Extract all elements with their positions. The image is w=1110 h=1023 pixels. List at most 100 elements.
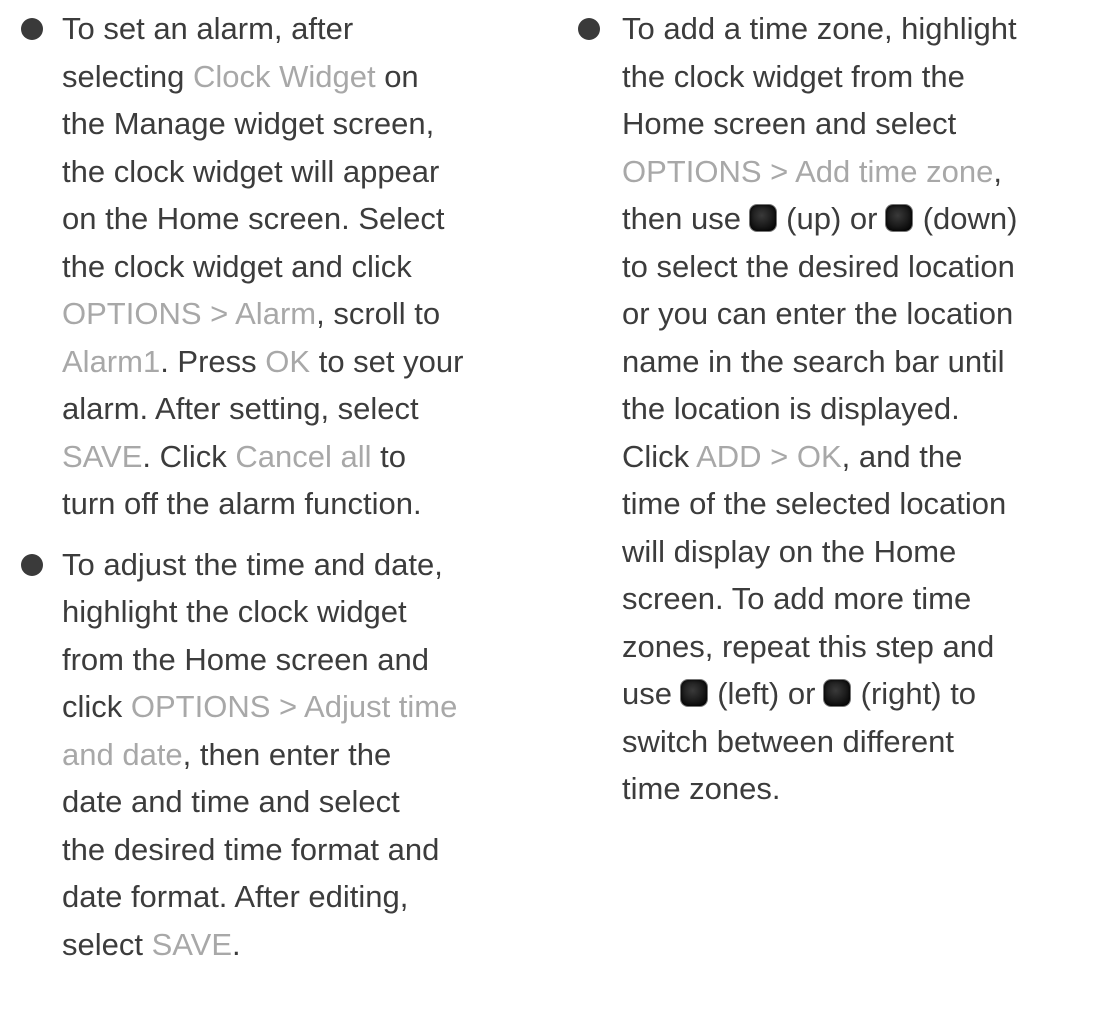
text-line: time zones. [622, 765, 1110, 813]
text-line: date format. After editing, [62, 873, 560, 921]
text-line: click OPTIONS > Adjust time [62, 683, 560, 731]
text-segment: alarm. After setting, select [62, 391, 419, 426]
text-line: turn off the alarm function. [62, 480, 560, 528]
text-segment: Click [622, 438, 697, 474]
text-segment: (right) to [852, 676, 977, 711]
text-segment: Home screen and select [622, 106, 957, 141]
text-line: or you can enter the location [622, 290, 1110, 338]
up-key-icon [749, 205, 776, 231]
text-segment: will display on the Home [622, 533, 957, 569]
text-segment: , and the [841, 438, 963, 474]
text-line: from the Home screen and [62, 636, 560, 684]
right-key-icon [824, 680, 851, 706]
text-line: select SAVE. [62, 921, 560, 969]
text-line: the clock widget will appear [62, 148, 560, 196]
text-segment: highlight the clock widget [62, 594, 407, 629]
text-segment: on the Home screen. Select [62, 201, 445, 236]
right-column: To add a time zone, highlight the clock w… [570, 0, 1110, 813]
text-segment: click [62, 689, 131, 724]
text-segment: the location is displayed. [622, 391, 960, 426]
text-segment: turn off the alarm function. [62, 486, 422, 521]
text-line: the Manage widget screen, [62, 100, 560, 148]
text-segment: to [371, 438, 406, 474]
text-segment: date format. After editing, [62, 879, 409, 914]
text-segment: , then enter the [182, 736, 392, 772]
text-segment: To adjust the time and date, [62, 546, 443, 582]
text-segment: . Click [142, 438, 236, 474]
text-segment: the clock widget from the [622, 58, 965, 94]
bullet-item: To set an alarm, after selecting Clock Wi… [0, 5, 560, 528]
down-key-icon [886, 205, 913, 231]
text-line: the clock widget and click [62, 243, 560, 291]
text-segment: the clock widget will appear [62, 153, 440, 189]
text-line: zones, repeat this step and [622, 623, 1110, 671]
text-line: highlight the clock widget [62, 588, 560, 636]
left-column: To set an alarm, after selecting Clock Wi… [0, 0, 560, 968]
text-line: selecting Clock Widget on [62, 53, 560, 101]
text-line: on the Home screen. Select [62, 195, 560, 243]
text-segment: , [993, 153, 1002, 189]
text-line: use (left) or (right) to [622, 670, 1110, 718]
text-segment: . Press [160, 343, 266, 379]
text-segment: or you can enter the location [622, 296, 1014, 331]
text-segment: selecting [62, 58, 193, 94]
text-line: Alarm1. Press OK to set your [62, 338, 560, 386]
text-line: the desired time format and [62, 826, 560, 874]
highlighted-term: SAVE [62, 438, 143, 474]
text-line: name in the search bar until [622, 338, 1110, 386]
text-line: To set an alarm, after [62, 5, 560, 53]
text-segment: the Manage widget screen, [62, 106, 435, 141]
text-segment: time zones. [622, 771, 781, 806]
text-line: time of the selected location [622, 480, 1110, 528]
text-segment: the clock widget and click [62, 248, 412, 284]
text-line: the clock widget from the [622, 53, 1110, 101]
text-segment: To set an alarm, after [62, 11, 354, 46]
text-segment: select [62, 926, 152, 962]
text-segment: the desired time format and [62, 831, 440, 867]
bullet-item: To add a time zone, highlight the clock w… [570, 5, 1110, 813]
text-line: Home screen and select [622, 100, 1110, 148]
text-line: screen. To add more time [622, 575, 1110, 623]
text-segment: time of the selected location [622, 486, 1007, 521]
text-segment: name in the search bar until [622, 343, 1005, 379]
text-line: OPTIONS > Add time zone, [622, 148, 1110, 196]
highlighted-term: OPTIONS > Alarm [62, 296, 317, 331]
bullet-item: To adjust the time and date, highlight th… [0, 541, 560, 969]
text-segment: zones, repeat this step and [622, 628, 995, 664]
highlighted-term: OPTIONS > Adjust time [130, 689, 458, 724]
highlighted-term: Clock Widget [192, 58, 376, 94]
text-segment: from the Home screen and [62, 641, 430, 677]
text-line: Click ADD > OK, and the [622, 433, 1110, 481]
left-key-icon [680, 680, 707, 706]
text-segment: on [375, 58, 419, 94]
text-segment: screen. To add more time [622, 581, 972, 616]
text-line: the location is displayed. [622, 385, 1110, 433]
text-line: date and time and select [62, 778, 560, 826]
text-line: To adjust the time and date, [62, 541, 560, 589]
bullet-dot-icon [21, 18, 43, 40]
text-segment: to set your [310, 343, 464, 379]
text-segment: use [622, 676, 681, 711]
highlighted-term: ADD > OK [696, 438, 842, 474]
highlighted-term: and date [62, 736, 183, 772]
text-line: OPTIONS > Alarm, scroll to [62, 290, 560, 338]
text-segment: (down) [914, 201, 1018, 236]
text-segment: switch between different [622, 723, 955, 759]
text-line: to select the desired location [622, 243, 1110, 291]
text-line: and date, then enter the [62, 731, 560, 779]
text-segment: . [232, 926, 241, 962]
text-segment: To add a time zone, highlight [622, 11, 1017, 46]
text-line: will display on the Home [622, 528, 1110, 576]
text-segment: (up) or [777, 201, 887, 236]
highlighted-term: Cancel all [235, 438, 372, 474]
text-line: alarm. After setting, select [62, 385, 560, 433]
text-segment: to select the desired location [622, 248, 1015, 284]
highlighted-term: OK [265, 343, 311, 379]
highlighted-term: OPTIONS > Add time zone [622, 153, 994, 189]
bullet-dot-icon [578, 18, 600, 40]
text-line: To add a time zone, highlight [622, 5, 1110, 53]
text-segment: date and time and select [62, 784, 400, 819]
text-segment: , scroll to [316, 296, 441, 331]
text-line: SAVE. Click Cancel all to [62, 433, 560, 481]
highlighted-term: SAVE [151, 926, 233, 962]
